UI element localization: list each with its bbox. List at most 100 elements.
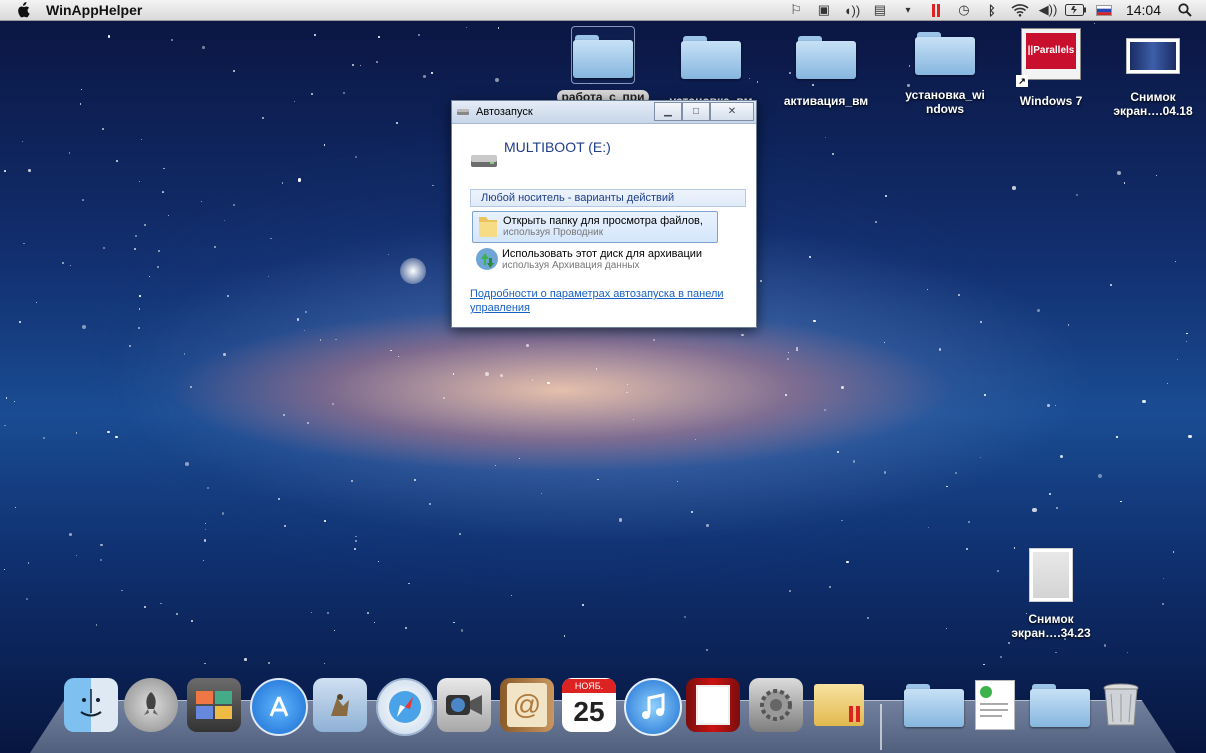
parallels-folder-icon[interactable] xyxy=(812,678,866,732)
star xyxy=(135,235,137,237)
maximize-button[interactable]: □ xyxy=(682,102,710,121)
star xyxy=(3,569,5,571)
star xyxy=(938,348,942,351)
windows-folder-icon[interactable] xyxy=(1030,678,1090,732)
star xyxy=(183,353,185,355)
star xyxy=(95,624,98,626)
star xyxy=(875,221,877,224)
trash-icon[interactable] xyxy=(1094,678,1148,732)
desktop-screenshot-2[interactable]: Снимок экран….34.23 xyxy=(996,548,1106,640)
star xyxy=(323,662,325,664)
autoplay-window[interactable]: Автозапуск ▁ □ ✕ MULTIBOOT (E:) Любой но… xyxy=(451,100,757,328)
star xyxy=(432,184,434,187)
star xyxy=(25,598,28,601)
star xyxy=(1008,642,1011,644)
desktop-folder-aktivaciya-vm[interactable]: активация_вм xyxy=(771,34,881,108)
flag-icon[interactable]: ⚐ xyxy=(785,0,807,20)
dropdown-icon[interactable]: ▾ xyxy=(897,0,919,20)
star xyxy=(1156,174,1158,177)
finder-icon[interactable] xyxy=(64,678,118,732)
itunes-icon[interactable] xyxy=(624,678,682,736)
star xyxy=(460,629,464,632)
star xyxy=(1093,22,1096,24)
star xyxy=(214,245,217,248)
star xyxy=(360,65,362,67)
star xyxy=(261,117,264,120)
star xyxy=(168,215,170,217)
time-machine-icon[interactable]: ◷ xyxy=(953,0,975,20)
star xyxy=(1012,185,1016,190)
star xyxy=(958,294,960,296)
address-book-icon[interactable]: @ xyxy=(500,678,554,732)
star xyxy=(205,522,207,524)
desktop-screenshot-1[interactable]: Снимок экран….04.18 xyxy=(1098,38,1206,118)
window-titlebar[interactable]: Автозапуск ▁ □ ✕ xyxy=(452,101,756,124)
bluetooth-icon[interactable]: ᛒ xyxy=(981,0,1003,20)
facetime-icon[interactable] xyxy=(437,678,491,732)
battery-icon[interactable] xyxy=(1064,0,1087,20)
desktop-folder-rabota[interactable]: работа_с_при xyxy=(548,26,658,104)
desktop-folder-ustanovka-vm[interactable]: установка_вм xyxy=(656,34,766,108)
autoplay-settings-link[interactable]: Подробности о параметрах автозапуска в п… xyxy=(470,287,740,315)
minimize-button[interactable]: ▁ xyxy=(654,102,682,121)
option-open-folder[interactable]: Открыть папку для просмотра файлов, испо… xyxy=(472,211,718,243)
app-name[interactable]: WinAppHelper xyxy=(46,2,142,18)
star xyxy=(171,39,173,42)
star xyxy=(653,339,656,341)
star xyxy=(267,275,270,278)
star xyxy=(453,621,455,623)
volume-icon[interactable]: ◀)) xyxy=(1037,0,1059,20)
desktop-parallels-windows7[interactable]: ||Parallels ↗ Windows 7 xyxy=(996,28,1106,108)
star xyxy=(102,247,105,250)
star xyxy=(377,560,380,563)
star xyxy=(175,613,178,616)
star xyxy=(1032,507,1037,513)
close-button[interactable]: ✕ xyxy=(710,102,754,121)
scanner-folder-icon[interactable] xyxy=(904,678,964,732)
star xyxy=(354,548,357,551)
star xyxy=(68,152,71,154)
star xyxy=(323,144,326,146)
star xyxy=(69,265,71,267)
star xyxy=(297,178,302,183)
preview-icon[interactable] xyxy=(313,678,367,732)
apple-icon[interactable] xyxy=(14,1,32,19)
flag-ru-icon[interactable] xyxy=(1093,0,1115,20)
option-backup[interactable]: Использовать этот диск для архивации исп… xyxy=(472,245,716,275)
spotlight-search-icon[interactable] xyxy=(1174,0,1196,20)
star xyxy=(785,394,788,397)
document-file-icon[interactable] xyxy=(968,678,1022,732)
parallels-icon[interactable] xyxy=(925,0,947,20)
launchpad-icon[interactable] xyxy=(124,678,178,732)
wifi-icon[interactable] xyxy=(1009,0,1031,20)
app-store-icon[interactable] xyxy=(250,678,308,736)
star xyxy=(294,101,296,103)
folder-icon xyxy=(915,30,975,76)
star xyxy=(43,437,46,440)
folder-icon xyxy=(573,33,633,79)
star xyxy=(223,219,225,221)
star xyxy=(143,223,146,226)
clipboard-icon[interactable]: ▤ xyxy=(869,0,891,20)
star xyxy=(1056,507,1058,509)
star xyxy=(1075,193,1078,197)
photo-booth-icon[interactable] xyxy=(187,678,241,732)
safari-icon[interactable] xyxy=(376,678,434,736)
star xyxy=(540,493,542,495)
star xyxy=(223,353,227,357)
desktop-folder-ustanovka-windows[interactable]: установка_wi ndows xyxy=(890,30,1000,116)
star xyxy=(595,368,598,370)
star xyxy=(350,479,353,483)
photo-booth-curtain-icon[interactable] xyxy=(686,678,740,732)
clock[interactable]: 14:04 xyxy=(1126,2,1161,18)
system-preferences-icon[interactable] xyxy=(749,678,803,732)
star xyxy=(1163,577,1165,579)
star xyxy=(376,61,378,63)
star xyxy=(297,318,300,321)
sync-icon[interactable]: ▣ xyxy=(813,0,835,20)
star xyxy=(632,418,635,421)
screenshot-thumbnail-icon xyxy=(1029,548,1073,602)
calendar-icon[interactable]: НОЯБ. 25 xyxy=(562,678,616,732)
speaker-icon[interactable]: ◖)) xyxy=(841,0,863,20)
star xyxy=(968,520,971,524)
